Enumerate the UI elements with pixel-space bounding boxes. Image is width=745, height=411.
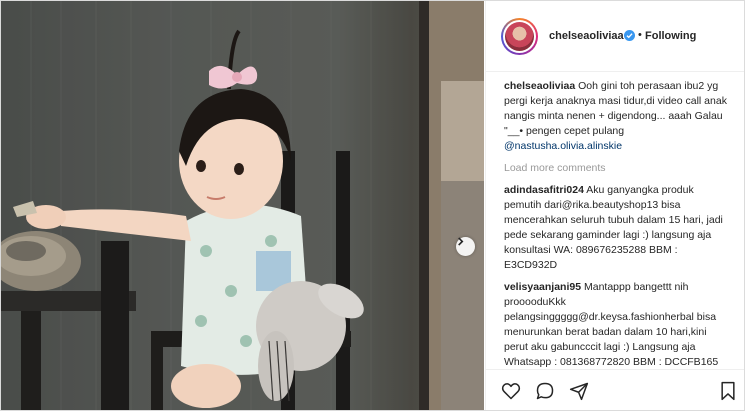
comment-text: Mantappp bangettt nih prooooduKkk pelang… bbox=[504, 281, 719, 368]
post-side-panel: chelseaoliviaa • Following chelseaolivia… bbox=[485, 1, 744, 410]
post-photo-illustration bbox=[1, 1, 484, 410]
comment-username[interactable]: velisyaanjani95 bbox=[504, 281, 581, 293]
header-username[interactable]: chelseaoliviaa bbox=[549, 30, 624, 42]
avatar-border bbox=[503, 20, 536, 53]
chevron-right-icon bbox=[458, 237, 464, 246]
caption: chelseaoliviaa Ooh gini toh perasaan ibu… bbox=[504, 79, 732, 154]
post-photo[interactable] bbox=[1, 1, 484, 410]
post-header: chelseaoliviaa • Following bbox=[486, 1, 744, 72]
share-icon[interactable] bbox=[569, 381, 589, 401]
following-button[interactable]: Following bbox=[645, 30, 696, 42]
bookmark-icon[interactable] bbox=[718, 381, 738, 401]
verified-badge-icon bbox=[624, 30, 635, 41]
comment-item: velisyaanjani95 Mantappp bangettt nih pr… bbox=[504, 280, 732, 369]
caption-mention-link[interactable]: @nastusha.olivia.alinskie bbox=[504, 140, 622, 152]
avatar[interactable] bbox=[501, 18, 538, 55]
heart-icon[interactable] bbox=[501, 381, 521, 401]
comments-list: chelseaoliviaa Ooh gini toh perasaan ibu… bbox=[504, 79, 732, 369]
avatar-image bbox=[505, 22, 534, 51]
instagram-post-dialog: chelseaoliviaa • Following chelseaolivia… bbox=[0, 0, 745, 411]
next-photo-button[interactable] bbox=[456, 237, 475, 256]
post-actions-bar bbox=[486, 369, 744, 410]
header-separator: • bbox=[638, 29, 642, 41]
caption-username[interactable]: chelseaoliviaa bbox=[504, 80, 575, 92]
load-more-comments-link[interactable]: Load more comments bbox=[504, 161, 732, 176]
comment-text: Aku ganyangka produk pemutih dari@rika.b… bbox=[504, 184, 723, 271]
comment-username[interactable]: adindasafitri024 bbox=[504, 184, 584, 196]
comment-item: adindasafitri024 Aku ganyangka produk pe… bbox=[504, 183, 732, 273]
comment-icon[interactable] bbox=[535, 381, 555, 401]
